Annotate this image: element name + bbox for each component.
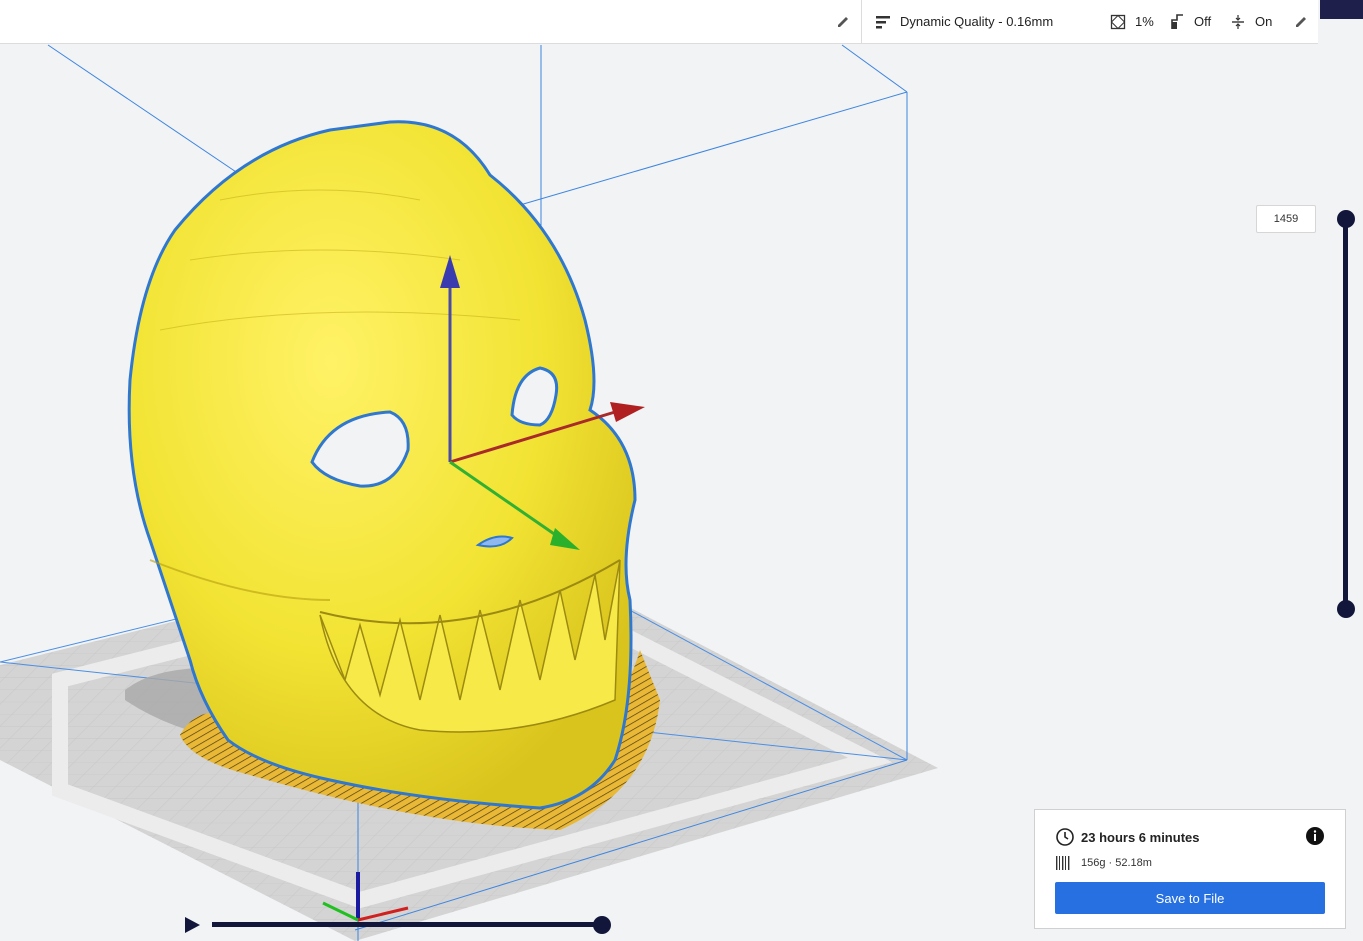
- layer-slider-top-handle[interactable]: [1337, 210, 1355, 228]
- material-usage: 156g · 52.18m: [1081, 857, 1152, 869]
- layer-slider-track[interactable]: [1343, 218, 1348, 610]
- profile-name: Dynamic Quality - 0.16mm: [900, 14, 1054, 29]
- window-corner: [1320, 0, 1363, 19]
- support-setting[interactable]: Off: [1169, 0, 1211, 43]
- play-icon[interactable]: [182, 915, 202, 935]
- edit-icon[interactable]: [1292, 12, 1310, 30]
- clock-icon: [1056, 828, 1074, 846]
- infill-value: 1%: [1135, 14, 1154, 29]
- simulation-slider-track[interactable]: [212, 922, 604, 927]
- info-icon[interactable]: [1305, 826, 1325, 846]
- print-time: 23 hours 6 minutes: [1081, 829, 1200, 845]
- material-usage-row: 156g · 52.18m: [1055, 855, 1152, 871]
- edit-icon[interactable]: [834, 12, 852, 30]
- infill-icon: [1110, 14, 1126, 29]
- support-icon: [1171, 13, 1183, 29]
- simulation-slider-handle[interactable]: [593, 916, 611, 934]
- build-volume-scene: [0, 44, 938, 941]
- top-toolbar: Dynamic Quality - 0.16mm 1% Off On: [0, 0, 1318, 44]
- 3d-viewport[interactable]: [0, 0, 1363, 941]
- toolbar-divider: [861, 0, 862, 43]
- layer-number: 1459: [1273, 213, 1299, 225]
- infill-setting[interactable]: 1%: [1110, 0, 1154, 43]
- print-time-row: 23 hours 6 minutes: [1055, 827, 1199, 847]
- support-value: Off: [1194, 14, 1212, 29]
- print-summary-panel: 23 hours 6 minutes 156g · 52.18m Save to…: [1034, 809, 1346, 929]
- layer-slider-bottom-handle[interactable]: [1337, 600, 1355, 618]
- adhesion-setting[interactable]: On: [1230, 0, 1272, 43]
- adhesion-icon: [1232, 14, 1244, 29]
- profile-icon: [876, 15, 890, 28]
- spool-icon: [1056, 856, 1070, 870]
- print-profile-selector[interactable]: Dynamic Quality - 0.16mm: [874, 0, 1053, 43]
- adhesion-value: On: [1255, 14, 1273, 29]
- layer-number-input[interactable]: 1459: [1256, 205, 1316, 233]
- save-to-file-button[interactable]: Save to File: [1055, 882, 1325, 914]
